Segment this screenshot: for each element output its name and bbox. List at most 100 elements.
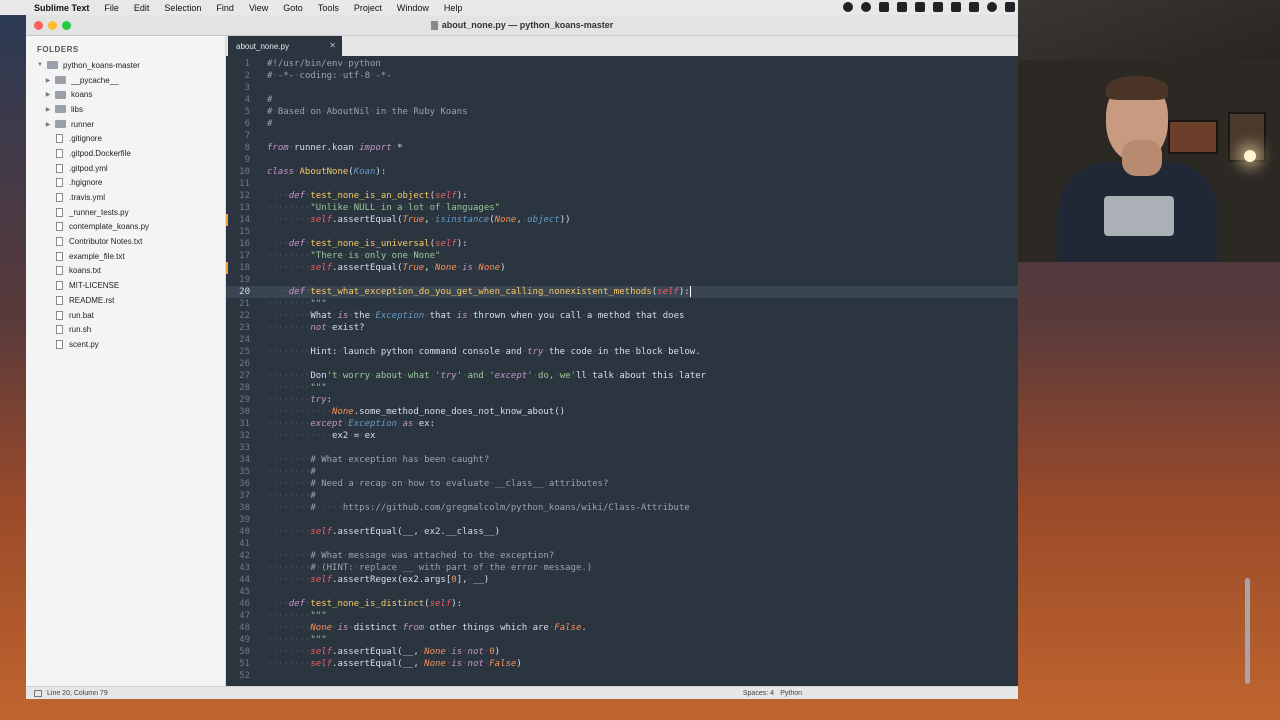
code-line[interactable]: 2 #·-*-·coding:·utf-8·-*-	[226, 70, 1006, 82]
panel-toggle-icon[interactable]	[34, 689, 42, 697]
code-line[interactable]: 44 ········self.assertRegex(ex2.args[0],·…	[226, 574, 1006, 586]
tree-file[interactable]: Contributor Notes.txt	[26, 234, 225, 249]
menu-help[interactable]: Help	[444, 3, 463, 13]
code-line[interactable]: 42 ········#·What·message·was·attached·to…	[226, 550, 1006, 562]
tree-root-folder[interactable]: ▼ python_koans-master	[26, 58, 225, 73]
editor-scrollbar[interactable]	[1245, 578, 1250, 684]
code-line[interactable]: 28 ········"""	[226, 382, 1006, 394]
apple-icon[interactable]	[12, 3, 22, 13]
menu-project[interactable]: Project	[354, 3, 382, 13]
menu-app-name[interactable]: Sublime Text	[34, 3, 89, 13]
code-line[interactable]: 18 ········self.assertEqual(True,·None·is…	[226, 262, 1006, 274]
code-line[interactable]: 33	[226, 442, 1006, 454]
syntax-selector[interactable]: Python	[780, 690, 802, 697]
code-editor[interactable]: 1 #!/usr/bin/env·python 2 #·-*-·coding:·utf…	[226, 56, 1018, 686]
menu-edit[interactable]: Edit	[134, 3, 150, 13]
code-line[interactable]: 15	[226, 226, 1006, 238]
code-line[interactable]: 29 ········try:	[226, 394, 1006, 406]
tree-file[interactable]: .gitpod.Dockerfile	[26, 146, 225, 161]
code-line[interactable]: 46 ····def·test_none_is_distinct(self):	[226, 598, 1006, 610]
code-line[interactable]: 13 ········"Unlike·NULL·in·a·lot·of·langu…	[226, 202, 1006, 214]
code-line[interactable]: 14 ········self.assertEqual(True,·isinsta…	[226, 214, 1006, 226]
search-icon[interactable]	[951, 2, 961, 12]
chevron-right-icon[interactable]: ▶	[44, 106, 52, 113]
code-line[interactable]: 45	[226, 586, 1006, 598]
tree-file[interactable]: .gitignore	[26, 131, 225, 146]
code-line[interactable]: 23 ········not·exist?	[226, 322, 1006, 334]
tree-folder-koans[interactable]: ▶ koans	[26, 87, 225, 102]
code-line[interactable]: 40 ········self.assertEqual(__,·ex2.__cla…	[226, 526, 1006, 538]
tree-file[interactable]: koans.txt	[26, 264, 225, 279]
code-line[interactable]: 5 #·Based·on·AboutNil·in·the·Ruby·Koans	[226, 106, 1006, 118]
tree-file[interactable]: run.sh	[26, 322, 225, 337]
code-line[interactable]: 6 #	[226, 118, 1006, 130]
tree-file[interactable]: MIT-LICENSE	[26, 278, 225, 293]
wifi-icon[interactable]	[987, 2, 997, 12]
code-line[interactable]: 32 ············ex2·=·ex	[226, 430, 1006, 442]
tree-folder-libs[interactable]: ▶ libs	[26, 102, 225, 117]
code-line[interactable]: 25 ········Hint:·launch·python·command·co…	[226, 346, 1006, 358]
menu-selection[interactable]: Selection	[164, 3, 201, 13]
menu-view[interactable]: View	[249, 3, 268, 13]
code-line[interactable]: 4 #	[226, 94, 1006, 106]
code-line[interactable]: 10 class·AboutNone(Koan):	[226, 166, 1006, 178]
chevron-right-icon[interactable]: ▶	[44, 121, 52, 128]
code-line[interactable]: 24	[226, 334, 1006, 346]
code-line[interactable]: 11	[226, 178, 1006, 190]
tree-file[interactable]: contemplate_koans.py	[26, 220, 225, 235]
code-line[interactable]: 1 #!/usr/bin/env·python	[226, 58, 1006, 70]
code-line[interactable]: 52	[226, 670, 1006, 682]
tree-folder-runner[interactable]: ▶ runner	[26, 117, 225, 132]
code-line-current[interactable]: 20 ····def·test_what_exception_do_you_get…	[226, 286, 1018, 298]
menu-window[interactable]: Window	[397, 3, 429, 13]
tab-about-none[interactable]: about_none.py ✕	[228, 36, 342, 56]
code-line[interactable]: 30 ············None.some_method_none_does…	[226, 406, 1006, 418]
maximize-window-button[interactable]	[62, 21, 71, 30]
menu-goto[interactable]: Goto	[283, 3, 303, 13]
nodes-icon[interactable]	[897, 2, 907, 12]
code-line[interactable]: 34 ········#·What·exception·has·been·caug…	[226, 454, 1006, 466]
code-line[interactable]: 12 ····def·test_none_is_an_object(self):	[226, 190, 1006, 202]
code-line[interactable]: 51 ········self.assertEqual(__,·None·is·n…	[226, 658, 1006, 670]
tree-file[interactable]: .gitpod.yml	[26, 161, 225, 176]
code-line[interactable]: 37 ········#	[226, 490, 1006, 502]
tree-file[interactable]: _runner_tests.py	[26, 205, 225, 220]
code-line[interactable]: 27 ········Don't·worry·about·what·'try'·a…	[226, 370, 1006, 382]
indentation-setting[interactable]: Spaces: 4	[743, 690, 774, 697]
window-icon[interactable]	[933, 2, 943, 12]
code-line[interactable]: 21 ········"""	[226, 298, 1006, 310]
battery-icon[interactable]	[915, 2, 925, 12]
code-line[interactable]: 7	[226, 130, 1006, 142]
code-line[interactable]: 50 ········self.assertEqual(__,·None·is·n…	[226, 646, 1006, 658]
camera-icon[interactable]	[969, 2, 979, 12]
menu-find[interactable]: Find	[216, 3, 234, 13]
code-line[interactable]: 47 ········"""	[226, 610, 1006, 622]
code-line[interactable]: 3	[226, 82, 1006, 94]
tree-file[interactable]: run.bat	[26, 308, 225, 323]
code-line[interactable]: 35 ········#	[226, 466, 1006, 478]
record-icon[interactable]	[843, 2, 853, 12]
tree-file[interactable]: .travis.yml	[26, 190, 225, 205]
menu-tools[interactable]: Tools	[318, 3, 339, 13]
tree-folder-pycache[interactable]: ▶ __pycache__	[26, 73, 225, 88]
code-line[interactable]: 49 ········"""	[226, 634, 1006, 646]
tree-file[interactable]: .hgignore	[26, 176, 225, 191]
tree-file[interactable]: example_file.txt	[26, 249, 225, 264]
tree-file[interactable]: README.rst	[26, 293, 225, 308]
chevron-right-icon[interactable]: ▶	[44, 77, 52, 84]
code-line[interactable]: 9	[226, 154, 1006, 166]
code-line[interactable]: 31 ········except·Exception·as·ex:	[226, 418, 1006, 430]
code-line[interactable]: 39	[226, 514, 1006, 526]
code-line[interactable]: 38 ········#·····https://github.com/gregm…	[226, 502, 1006, 514]
code-line[interactable]: 41	[226, 538, 1006, 550]
shield-icon[interactable]	[861, 2, 871, 12]
code-line[interactable]: 17 ········"There·is·only·one·None"	[226, 250, 1006, 262]
close-tab-icon[interactable]: ✕	[329, 41, 336, 50]
code-line[interactable]: 22 ········What·is·the·Exception·that·is·…	[226, 310, 1006, 322]
keyboard-input-icon[interactable]	[1005, 2, 1015, 12]
menu-file[interactable]: File	[104, 3, 119, 13]
code-line[interactable]: 43 ········#·(HINT:·replace·__·with·part·…	[226, 562, 1006, 574]
close-window-button[interactable]	[34, 21, 43, 30]
chevron-down-icon[interactable]: ▼	[36, 62, 44, 68]
code-line[interactable]: 26	[226, 358, 1006, 370]
